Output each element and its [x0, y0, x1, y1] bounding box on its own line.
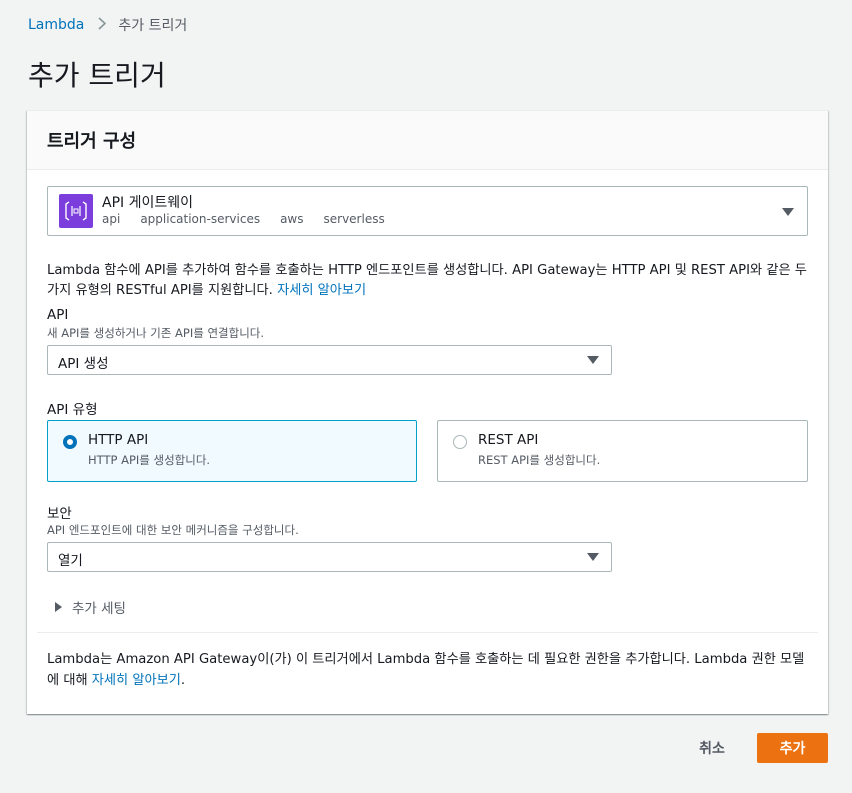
trigger-description: Lambda 함수에 API를 추가하여 함수를 호출하는 HTTP 엔드포인트… — [47, 263, 807, 298]
panel-header: 트리거 구성 — [27, 111, 828, 170]
learn-more-link[interactable]: 자세히 알아보기 — [277, 283, 366, 298]
security-label: 보안 — [47, 506, 72, 522]
permissions-note: Lambda는 Amazon API Gateway이(가) 이 트리거에서 L… — [47, 652, 805, 688]
trigger-name: API 게이트웨이 — [102, 195, 193, 211]
trigger-tag: serverless — [323, 212, 385, 226]
chevron-right-icon — [98, 16, 107, 34]
radio-selected-icon — [63, 435, 77, 449]
security-select[interactable]: 열기 — [47, 542, 612, 572]
radio-unselected-icon — [453, 435, 467, 449]
radio-title: REST API — [478, 432, 539, 448]
trigger-tags: api application-services aws serverless — [102, 212, 405, 226]
additional-settings-toggle[interactable]: 추가 세팅 — [55, 597, 126, 617]
api-field-description: 새 API를 생성하거나 기존 API를 연결합니다. — [47, 326, 265, 340]
breadcrumb-lambda-link[interactable]: Lambda — [28, 17, 84, 33]
api-field-label: API — [47, 307, 69, 323]
breadcrumb: Lambda 추가 트리거 — [28, 15, 187, 35]
trigger-tag: api — [102, 212, 121, 226]
security-description: API 엔드포인트에 대한 보안 메커니즘을 구성합니다. — [47, 523, 299, 537]
trigger-source-select[interactable]: API 게이트웨이 api application-services aws s… — [47, 186, 808, 236]
caret-down-icon — [587, 553, 599, 561]
trigger-tag: application-services — [140, 212, 261, 226]
trigger-configuration-panel: 트리거 구성 API 게이트웨이 api application-service… — [27, 110, 828, 714]
additional-settings-label: 추가 세팅 — [72, 601, 126, 617]
permissions-learn-more-link[interactable]: 자세히 알아보기 — [92, 673, 181, 688]
panel-title: 트리거 구성 — [47, 131, 137, 152]
cancel-button[interactable]: 취소 — [684, 733, 740, 763]
add-button[interactable]: 추가 — [757, 733, 828, 763]
api-select[interactable]: API 생성 — [47, 345, 612, 375]
radio-description: REST API를 생성합니다. — [478, 453, 601, 467]
caret-down-icon — [782, 208, 794, 216]
caret-down-icon — [587, 356, 599, 364]
trigger-tag: aws — [280, 212, 304, 226]
page-title: 추가 트리거 — [28, 59, 166, 92]
radio-description: HTTP API를 생성합니다. — [88, 453, 211, 467]
api-select-value: API 생성 — [58, 356, 109, 372]
radio-http-api[interactable]: HTTP API HTTP API를 생성합니다. — [47, 420, 417, 482]
api-type-label: API 유형 — [47, 402, 98, 418]
radio-title: HTTP API — [88, 432, 149, 448]
api-gateway-icon — [59, 194, 93, 228]
security-select-value: 열기 — [58, 553, 83, 569]
caret-right-icon — [55, 602, 62, 612]
radio-rest-api[interactable]: REST API REST API를 생성합니다. — [437, 420, 808, 482]
breadcrumb-current: 추가 트리거 — [118, 18, 188, 34]
divider — [37, 632, 818, 633]
